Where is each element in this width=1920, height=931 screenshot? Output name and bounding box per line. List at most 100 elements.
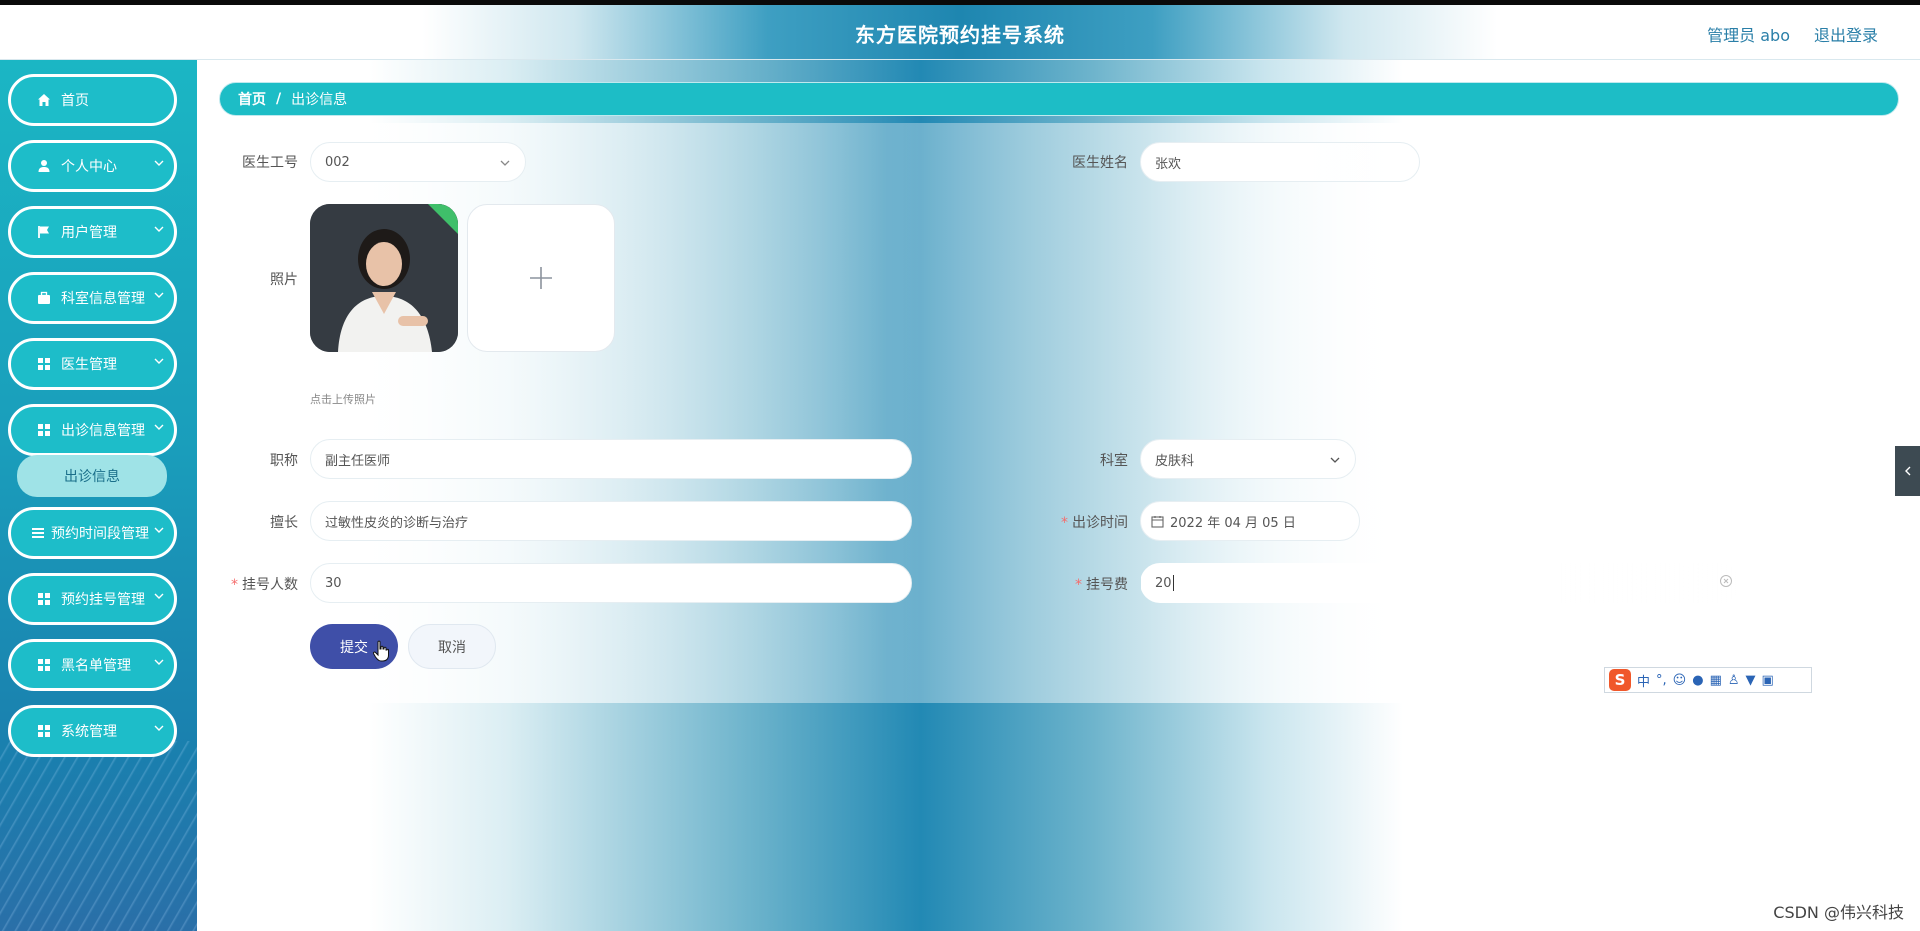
hand-cursor-icon xyxy=(373,640,389,662)
department-value: 皮肤科 xyxy=(1155,453,1195,469)
ime-lang[interactable]: 中 xyxy=(1637,671,1650,690)
chevron-left-icon xyxy=(1904,466,1910,476)
sidebar-item-personal-center[interactable]: 个人中心 xyxy=(8,140,177,192)
photo-upload-button[interactable] xyxy=(467,204,615,352)
plus-icon xyxy=(530,267,552,289)
chevron-down-icon xyxy=(1330,457,1340,463)
visit-time-datepicker[interactable]: 2022 年 04 月 05 日 xyxy=(1140,501,1360,541)
emoji-icon[interactable]: ☺ xyxy=(1673,673,1687,688)
microphone-icon[interactable]: ● xyxy=(1692,673,1703,688)
watermark: CSDN @伟兴科技 xyxy=(1773,903,1904,922)
sidebar-item-label: 首页 xyxy=(61,93,89,109)
specialty-label: 擅长 xyxy=(270,515,298,531)
photo-label: 照片 xyxy=(270,272,298,288)
form-panel xyxy=(197,123,1920,703)
main-content: 首页 / 出诊信息 xyxy=(197,60,1920,931)
chevron-down-icon xyxy=(500,160,510,166)
text-cursor xyxy=(1172,575,1174,591)
app-title: 东方医院预约挂号系统 xyxy=(855,23,1065,47)
sidebar-item-label: 黑名单管理 xyxy=(61,658,131,674)
photo-upload-hint: 点击上传照片 xyxy=(310,393,376,406)
sidebar-item-system-management[interactable]: 系统管理 xyxy=(8,705,177,757)
doctor-id-select[interactable]: 002 xyxy=(310,142,526,182)
sidebar-item-label: 预约时间段管理 xyxy=(51,526,149,542)
breadcrumb-current: 出诊信息 xyxy=(291,92,348,108)
ime-toolbar: S 中 °, ☺ ● ▦ ♙ ▼ ▣ xyxy=(1604,667,1812,693)
sidebar-item-label: 系统管理 xyxy=(61,724,117,740)
sidebar-item-user-management[interactable]: 用户管理 xyxy=(8,206,177,258)
chevron-down-icon xyxy=(154,659,164,665)
sidebar-item-label: 用户管理 xyxy=(61,225,117,241)
quota-value: 30 xyxy=(325,575,342,591)
sidebar-item-blacklist-management[interactable]: 黑名单管理 xyxy=(8,639,177,691)
doctor-name-label: 医生姓名 xyxy=(1072,155,1128,171)
sidebar-subitem-visit-info[interactable]: 出诊信息 xyxy=(17,455,167,497)
doctor-photo xyxy=(310,204,458,352)
list-icon xyxy=(31,526,45,540)
toolbox-icon[interactable]: ▣ xyxy=(1762,673,1774,688)
chevron-down-icon xyxy=(154,527,164,533)
breadcrumb-separator: / xyxy=(276,91,282,107)
chevron-down-icon xyxy=(154,292,164,298)
clear-icon[interactable] xyxy=(1719,574,1733,588)
sidebar-subitem-label: 出诊信息 xyxy=(64,469,120,485)
fee-field[interactable]: 20 xyxy=(1140,563,1740,603)
sogou-logo-icon[interactable]: S xyxy=(1609,669,1631,691)
title-value: 副主任医师 xyxy=(325,453,391,469)
briefcase-icon xyxy=(37,291,51,305)
collapse-panel-tab[interactable] xyxy=(1895,446,1920,496)
sidebar-item-doctor-management[interactable]: 医生管理 xyxy=(8,338,177,390)
sidebar-item-home[interactable]: 首页 xyxy=(8,74,177,126)
chevron-down-icon xyxy=(154,593,164,599)
grid-icon xyxy=(37,423,51,437)
title-label: 职称 xyxy=(270,453,298,469)
fee-label: * 挂号费 xyxy=(1040,574,1128,594)
required-mark: * xyxy=(1075,577,1082,593)
sidebar-item-visit-info-management[interactable]: 出诊信息管理 xyxy=(8,404,177,456)
logout-link[interactable]: 退出登录 xyxy=(1814,22,1878,46)
skin-shirt-icon[interactable]: ▼ xyxy=(1746,673,1756,688)
specialty-value: 过敏性皮炎的诊断与治疗 xyxy=(325,515,469,531)
chevron-down-icon xyxy=(154,226,164,232)
sidebar-item-appointment-management[interactable]: 预约挂号管理 xyxy=(8,573,177,625)
ime-punct[interactable]: °, xyxy=(1656,673,1667,688)
visit-time-value: 2022 年 04 月 05 日 xyxy=(1170,515,1296,531)
current-user: 管理员 abo xyxy=(1707,26,1790,45)
grid-icon xyxy=(37,724,51,738)
visit-time-label-text: 出诊时间 xyxy=(1072,515,1128,531)
user-service-icon[interactable]: ♙ xyxy=(1728,673,1740,688)
sidebar-item-label: 预约挂号管理 xyxy=(61,592,145,608)
home-icon xyxy=(37,93,51,107)
chevron-down-icon xyxy=(154,725,164,731)
required-mark: * xyxy=(231,577,238,593)
quota-label: * 挂号人数 xyxy=(210,574,298,594)
sidebar-item-label: 医生管理 xyxy=(61,357,117,373)
calendar-icon xyxy=(1151,515,1164,528)
doctor-name-field[interactable]: 张欢 xyxy=(1140,142,1420,182)
doctor-id-label: 医生工号 xyxy=(242,155,298,171)
fee-value: 20 xyxy=(1155,575,1172,591)
sidebar-item-label: 科室信息管理 xyxy=(61,291,145,307)
cancel-button[interactable]: 取消 xyxy=(408,624,496,669)
doctor-id-value: 002 xyxy=(325,154,350,170)
sidebar-item-label: 个人中心 xyxy=(61,159,117,175)
sidebar-item-label: 出诊信息管理 xyxy=(61,423,145,439)
department-select[interactable]: 皮肤科 xyxy=(1140,439,1356,479)
quota-field[interactable]: 30 xyxy=(310,563,912,603)
breadcrumb-home[interactable]: 首页 xyxy=(238,89,266,109)
title-field[interactable]: 副主任医师 xyxy=(310,439,912,479)
specialty-field[interactable]: 过敏性皮炎的诊断与治疗 xyxy=(310,501,912,541)
sidebar-item-time-slot-management[interactable]: 预约时间段管理 xyxy=(8,507,177,559)
flag-icon xyxy=(37,225,51,239)
quota-label-text: 挂号人数 xyxy=(242,577,298,593)
fee-label-text: 挂号费 xyxy=(1086,577,1128,593)
department-label: 科室 xyxy=(1100,453,1128,469)
chevron-down-icon xyxy=(154,424,164,430)
grid-icon xyxy=(37,357,51,371)
sidebar: 首页 个人中心 用户管理 科室信息管理 医生管理 出诊信息管理 出诊信息 预约时… xyxy=(0,60,197,931)
sidebar-item-department-management[interactable]: 科室信息管理 xyxy=(8,272,177,324)
grid-icon xyxy=(37,658,51,672)
keyboard-icon[interactable]: ▦ xyxy=(1710,673,1722,688)
doctor-name-value: 张欢 xyxy=(1155,156,1182,172)
user-icon xyxy=(37,159,51,173)
